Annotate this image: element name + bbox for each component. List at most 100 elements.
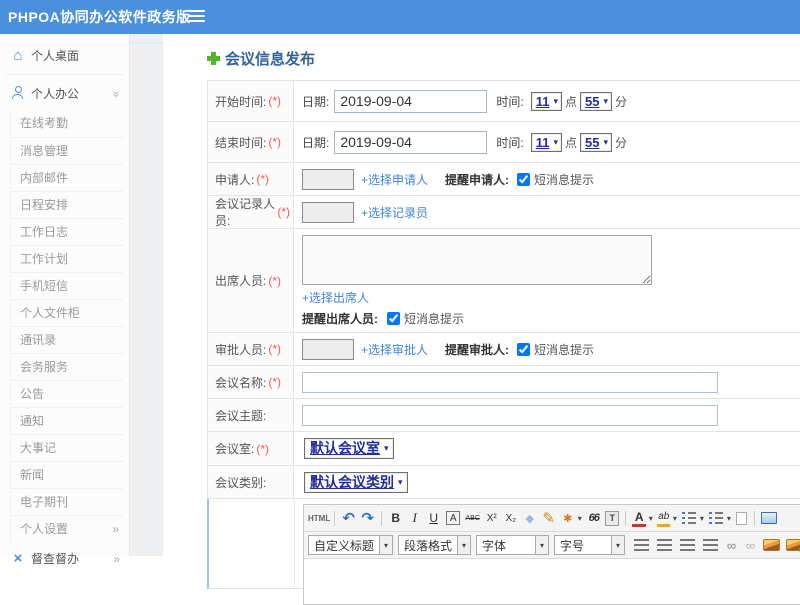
link-icon[interactable]: ∞ bbox=[722, 535, 741, 555]
sidebar-item-mobile-sms[interactable]: 手机短信 bbox=[11, 272, 123, 299]
start-date-input[interactable] bbox=[334, 89, 488, 113]
form-row-approver: 审批人员: (*) +选择审批人 提醒审批人: 短消息提示 bbox=[208, 333, 800, 366]
sidebar-item-personal-office[interactable]: 个人办公 » bbox=[0, 77, 129, 110]
font-style-icon[interactable]: A bbox=[446, 511, 461, 525]
sidebar-item-personal-desktop[interactable]: ⌂ 个人桌面 bbox=[0, 39, 129, 72]
sidebar-item-supervision[interactable]: × 督查督办 » bbox=[0, 542, 129, 575]
ordered-list-icon[interactable] bbox=[682, 512, 697, 524]
sidebar-item-label: 会务服务 bbox=[20, 360, 69, 374]
new-page-icon[interactable] bbox=[736, 511, 748, 525]
italic-icon[interactable]: I bbox=[405, 508, 424, 528]
align-left-icon[interactable] bbox=[634, 539, 650, 551]
sms-hint-label: 短消息提示 bbox=[534, 172, 595, 187]
sidebar-item-label: 通知 bbox=[20, 414, 45, 428]
font-family-select[interactable]: 字体 ▾ bbox=[476, 535, 550, 555]
start-minute-select[interactable]: 55 ▾ bbox=[579, 91, 612, 111]
redo-icon[interactable]: ↷ bbox=[358, 508, 377, 528]
sidebar-item-personal-cabinet[interactable]: 个人文件柜 bbox=[11, 299, 123, 326]
highlight-icon[interactable]: ab bbox=[657, 510, 671, 527]
chevron-down-icon: ▾ bbox=[611, 536, 625, 554]
subscript-icon[interactable]: X₂ bbox=[501, 508, 520, 528]
page-title: 会议信息发布 bbox=[207, 48, 800, 69]
applicant-input[interactable] bbox=[302, 168, 354, 190]
required-mark: (*) bbox=[268, 94, 282, 108]
blockquote-icon[interactable]: 66 bbox=[584, 508, 603, 528]
end-hour-select[interactable]: 11 ▾ bbox=[530, 132, 562, 152]
unordered-list-icon[interactable] bbox=[709, 512, 724, 524]
image-upload-icon[interactable] bbox=[786, 539, 800, 553]
end-date-input[interactable] bbox=[334, 130, 488, 154]
form-row-meeting-subject: 会议主题: bbox=[208, 399, 800, 432]
unlink-icon[interactable]: ∞ bbox=[741, 535, 760, 555]
sidebar-item-meeting-service[interactable]: 会务服务 bbox=[11, 353, 123, 380]
undo-icon[interactable]: ↶ bbox=[339, 508, 358, 528]
sidebar-item-label: 在线考勤 bbox=[20, 116, 69, 130]
font-color-icon[interactable]: A bbox=[632, 510, 647, 527]
sidebar-item-schedule[interactable]: 日程安排 bbox=[11, 191, 123, 218]
meeting-category-select[interactable]: 默认会议类别 ▾ bbox=[304, 471, 408, 493]
sidebar-item-announcement[interactable]: 公告 bbox=[11, 380, 123, 407]
field-label: 申请人: bbox=[215, 172, 255, 187]
sidebar-item-online-attendance[interactable]: 在线考勤 bbox=[11, 110, 123, 137]
applicant-sms-checkbox[interactable] bbox=[517, 172, 531, 186]
approver-sms-checkbox[interactable] bbox=[517, 342, 531, 356]
sidebar-item-contacts[interactable]: 通讯录 bbox=[11, 326, 123, 353]
paste-icon[interactable]: T bbox=[605, 510, 620, 526]
heading-style-select[interactable]: 自定义标题 ▾ bbox=[308, 535, 394, 555]
chevron-down-icon: ▾ bbox=[379, 536, 393, 554]
html-source-button[interactable]: HTML bbox=[308, 508, 330, 528]
app-title: PHPOA协同办公软件政务版 bbox=[8, 9, 191, 25]
form-row-applicant: 申请人: (*) +选择申请人 提醒申请人: 短消息提示 bbox=[208, 163, 800, 196]
select-approver-link[interactable]: +选择审批人 bbox=[361, 341, 428, 358]
sidebar-item-message-management[interactable]: 消息管理 bbox=[11, 137, 123, 164]
approver-input[interactable] bbox=[302, 338, 354, 360]
strikethrough-icon[interactable]: ABC bbox=[463, 508, 482, 528]
ordered-list-caret[interactable]: ▾ bbox=[697, 508, 706, 528]
bold-icon[interactable]: B bbox=[386, 508, 405, 528]
select-applicant-link[interactable]: +选择申请人 bbox=[361, 171, 428, 188]
sidebar-item-memorabilia[interactable]: 大事记 bbox=[11, 434, 123, 461]
sidebar-item-notice[interactable]: 通知 bbox=[11, 407, 123, 434]
required-mark: (*) bbox=[268, 375, 282, 389]
editor-content-area[interactable] bbox=[304, 559, 800, 604]
field-label: 会议类别: bbox=[215, 475, 267, 490]
font-color-caret[interactable]: ▾ bbox=[646, 508, 655, 528]
sidebar-item-work-log[interactable]: 工作日志 bbox=[11, 218, 123, 245]
image-icon[interactable] bbox=[763, 539, 781, 551]
sidebar-item-label: 手机短信 bbox=[20, 279, 69, 293]
recorder-input[interactable] bbox=[302, 201, 354, 223]
format-brush-icon[interactable]: ✎ bbox=[539, 508, 558, 528]
sidebar-item-e-journal[interactable]: 电子期刊 bbox=[11, 488, 123, 515]
select-recorder-link[interactable]: +选择记录员 bbox=[361, 204, 428, 221]
superscript-icon[interactable]: X² bbox=[482, 508, 501, 528]
align-justify-icon[interactable] bbox=[703, 539, 719, 551]
meeting-subject-input[interactable] bbox=[302, 404, 718, 426]
paragraph-format-select[interactable]: 段落格式 ▾ bbox=[398, 535, 472, 555]
attendees-textarea[interactable] bbox=[302, 235, 652, 285]
sidebar-item-label: 个人设置 bbox=[20, 522, 69, 536]
minute-unit-label: 分 bbox=[614, 135, 627, 150]
fullscreen-icon[interactable] bbox=[761, 512, 778, 524]
quick-format-caret[interactable]: ▾ bbox=[575, 508, 584, 528]
top-bar: PHPOA协同办公软件政务版 bbox=[0, 0, 800, 34]
sidebar-item-label: 工作日志 bbox=[20, 225, 69, 239]
underline-icon[interactable]: U bbox=[424, 508, 443, 528]
attendees-sms-checkbox[interactable] bbox=[387, 312, 400, 325]
highlight-caret[interactable]: ▾ bbox=[670, 508, 679, 528]
align-right-icon[interactable] bbox=[680, 539, 696, 551]
sidebar-item-work-plan[interactable]: 工作计划 bbox=[11, 245, 123, 272]
sidebar-item-personal-settings[interactable]: 个人设置 » bbox=[10, 515, 123, 542]
select-attendees-link[interactable]: +选择出席人 bbox=[302, 291, 369, 305]
eraser-icon[interactable]: ◆ bbox=[520, 508, 539, 528]
start-hour-select[interactable]: 11 ▾ bbox=[530, 91, 562, 111]
end-minute-select[interactable]: 55 ▾ bbox=[579, 132, 612, 152]
meeting-name-input[interactable] bbox=[302, 371, 718, 393]
sidebar-item-internal-mail[interactable]: 内部邮件 bbox=[11, 164, 123, 191]
hamburger-menu-icon[interactable] bbox=[188, 10, 205, 25]
sidebar-item-news[interactable]: 新闻 bbox=[11, 461, 123, 488]
font-size-select[interactable]: 字号 ▾ bbox=[554, 535, 626, 555]
form-row-meeting-name: 会议名称: (*) bbox=[208, 366, 800, 399]
meeting-room-select[interactable]: 默认会议室 ▾ bbox=[304, 438, 394, 459]
unordered-list-caret[interactable]: ▾ bbox=[724, 508, 733, 528]
align-center-icon[interactable] bbox=[657, 539, 673, 551]
